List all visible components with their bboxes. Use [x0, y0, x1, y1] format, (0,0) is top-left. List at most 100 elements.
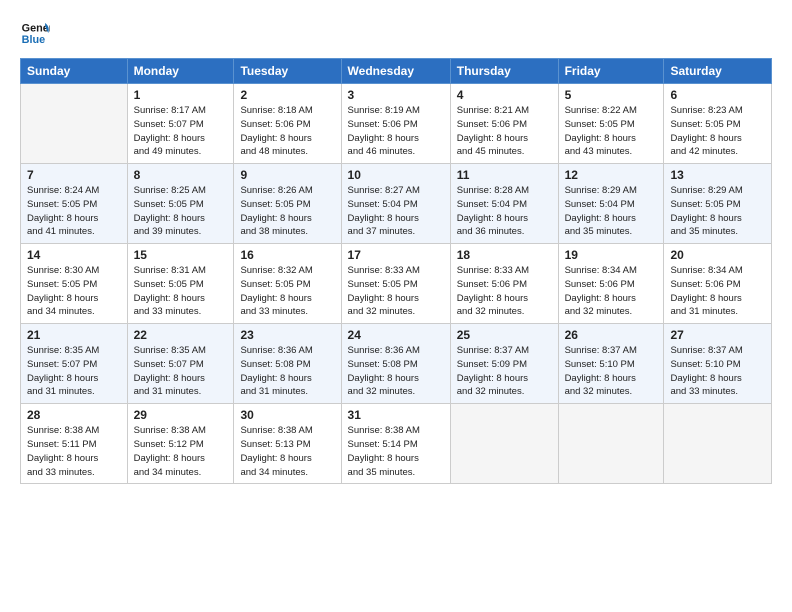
day-detail: Sunrise: 8:34 AM Sunset: 5:06 PM Dayligh…: [565, 264, 658, 319]
day-detail: Sunrise: 8:37 AM Sunset: 5:10 PM Dayligh…: [670, 344, 765, 399]
day-cell: 10 Sunrise: 8:27 AM Sunset: 5:04 PM Dayli…: [341, 164, 450, 244]
day-cell: [450, 404, 558, 484]
day-detail: Sunrise: 8:23 AM Sunset: 5:05 PM Dayligh…: [670, 104, 765, 159]
day-detail: Sunrise: 8:30 AM Sunset: 5:05 PM Dayligh…: [27, 264, 121, 319]
day-detail: Sunrise: 8:27 AM Sunset: 5:04 PM Dayligh…: [348, 184, 444, 239]
day-number: 9: [240, 168, 334, 182]
day-cell: 6 Sunrise: 8:23 AM Sunset: 5:05 PM Daylig…: [664, 84, 772, 164]
day-detail: Sunrise: 8:24 AM Sunset: 5:05 PM Dayligh…: [27, 184, 121, 239]
day-number: 15: [134, 248, 228, 262]
day-number: 31: [348, 408, 444, 422]
day-detail: Sunrise: 8:22 AM Sunset: 5:05 PM Dayligh…: [565, 104, 658, 159]
day-number: 18: [457, 248, 552, 262]
day-detail: Sunrise: 8:36 AM Sunset: 5:08 PM Dayligh…: [348, 344, 444, 399]
day-cell: 24 Sunrise: 8:36 AM Sunset: 5:08 PM Dayli…: [341, 324, 450, 404]
day-number: 25: [457, 328, 552, 342]
week-row-2: 7 Sunrise: 8:24 AM Sunset: 5:05 PM Daylig…: [21, 164, 772, 244]
day-number: 5: [565, 88, 658, 102]
day-cell: 18 Sunrise: 8:33 AM Sunset: 5:06 PM Dayli…: [450, 244, 558, 324]
day-number: 10: [348, 168, 444, 182]
col-header-thursday: Thursday: [450, 59, 558, 84]
day-detail: Sunrise: 8:18 AM Sunset: 5:06 PM Dayligh…: [240, 104, 334, 159]
day-number: 16: [240, 248, 334, 262]
svg-text:Blue: Blue: [22, 34, 45, 46]
day-detail: Sunrise: 8:26 AM Sunset: 5:05 PM Dayligh…: [240, 184, 334, 239]
day-number: 23: [240, 328, 334, 342]
day-cell: [558, 404, 664, 484]
day-cell: 9 Sunrise: 8:26 AM Sunset: 5:05 PM Daylig…: [234, 164, 341, 244]
day-number: 6: [670, 88, 765, 102]
day-cell: 20 Sunrise: 8:34 AM Sunset: 5:06 PM Dayli…: [664, 244, 772, 324]
week-row-1: 1Sunrise: 8:17 AM Sunset: 5:07 PM Daylig…: [21, 84, 772, 164]
day-cell: 3 Sunrise: 8:19 AM Sunset: 5:06 PM Daylig…: [341, 84, 450, 164]
day-number: 19: [565, 248, 658, 262]
day-number: 30: [240, 408, 334, 422]
day-number: 2: [240, 88, 334, 102]
col-header-saturday: Saturday: [664, 59, 772, 84]
day-cell: 14 Sunrise: 8:30 AM Sunset: 5:05 PM Dayli…: [21, 244, 128, 324]
day-number: 17: [348, 248, 444, 262]
day-detail: Sunrise: 8:35 AM Sunset: 5:07 PM Dayligh…: [27, 344, 121, 399]
day-cell: [664, 404, 772, 484]
day-detail: Sunrise: 8:29 AM Sunset: 5:05 PM Dayligh…: [670, 184, 765, 239]
day-cell: 27 Sunrise: 8:37 AM Sunset: 5:10 PM Dayli…: [664, 324, 772, 404]
day-number: 20: [670, 248, 765, 262]
day-cell: 13Sunrise: 8:29 AM Sunset: 5:05 PM Dayli…: [664, 164, 772, 244]
day-cell: 8Sunrise: 8:25 AM Sunset: 5:05 PM Daylig…: [127, 164, 234, 244]
day-detail: Sunrise: 8:19 AM Sunset: 5:06 PM Dayligh…: [348, 104, 444, 159]
col-header-tuesday: Tuesday: [234, 59, 341, 84]
day-cell: 16 Sunrise: 8:32 AM Sunset: 5:05 PM Dayli…: [234, 244, 341, 324]
week-row-4: 21Sunrise: 8:35 AM Sunset: 5:07 PM Dayli…: [21, 324, 772, 404]
day-number: 24: [348, 328, 444, 342]
day-detail: Sunrise: 8:38 AM Sunset: 5:11 PM Dayligh…: [27, 424, 121, 479]
day-detail: Sunrise: 8:33 AM Sunset: 5:05 PM Dayligh…: [348, 264, 444, 319]
day-detail: Sunrise: 8:34 AM Sunset: 5:06 PM Dayligh…: [670, 264, 765, 319]
col-header-monday: Monday: [127, 59, 234, 84]
day-detail: Sunrise: 8:28 AM Sunset: 5:04 PM Dayligh…: [457, 184, 552, 239]
day-cell: 5 Sunrise: 8:22 AM Sunset: 5:05 PM Daylig…: [558, 84, 664, 164]
day-detail: Sunrise: 8:32 AM Sunset: 5:05 PM Dayligh…: [240, 264, 334, 319]
day-number: 29: [134, 408, 228, 422]
day-detail: Sunrise: 8:21 AM Sunset: 5:06 PM Dayligh…: [457, 104, 552, 159]
day-cell: 21Sunrise: 8:35 AM Sunset: 5:07 PM Dayli…: [21, 324, 128, 404]
day-cell: 28 Sunrise: 8:38 AM Sunset: 5:11 PM Dayli…: [21, 404, 128, 484]
day-number: 26: [565, 328, 658, 342]
day-cell: 25 Sunrise: 8:37 AM Sunset: 5:09 PM Dayli…: [450, 324, 558, 404]
day-cell: 17 Sunrise: 8:33 AM Sunset: 5:05 PM Dayli…: [341, 244, 450, 324]
day-cell: 2 Sunrise: 8:18 AM Sunset: 5:06 PM Daylig…: [234, 84, 341, 164]
day-cell: 29 Sunrise: 8:38 AM Sunset: 5:12 PM Dayli…: [127, 404, 234, 484]
day-cell: 31Sunrise: 8:38 AM Sunset: 5:14 PM Dayli…: [341, 404, 450, 484]
day-number: 7: [27, 168, 121, 182]
day-number: 14: [27, 248, 121, 262]
day-number: 11: [457, 168, 552, 182]
day-number: 12: [565, 168, 658, 182]
day-detail: Sunrise: 8:33 AM Sunset: 5:06 PM Dayligh…: [457, 264, 552, 319]
day-detail: Sunrise: 8:17 AM Sunset: 5:07 PM Dayligh…: [134, 104, 228, 159]
day-cell: 30Sunrise: 8:38 AM Sunset: 5:13 PM Dayli…: [234, 404, 341, 484]
day-detail: Sunrise: 8:36 AM Sunset: 5:08 PM Dayligh…: [240, 344, 334, 399]
day-cell: 19 Sunrise: 8:34 AM Sunset: 5:06 PM Dayli…: [558, 244, 664, 324]
day-detail: Sunrise: 8:37 AM Sunset: 5:09 PM Dayligh…: [457, 344, 552, 399]
week-row-5: 28 Sunrise: 8:38 AM Sunset: 5:11 PM Dayli…: [21, 404, 772, 484]
day-cell: [21, 84, 128, 164]
week-row-3: 14 Sunrise: 8:30 AM Sunset: 5:05 PM Dayli…: [21, 244, 772, 324]
day-detail: Sunrise: 8:31 AM Sunset: 5:05 PM Dayligh…: [134, 264, 228, 319]
header: General Blue: [20, 18, 772, 48]
calendar-table: SundayMondayTuesdayWednesdayThursdayFrid…: [20, 58, 772, 484]
header-row: SundayMondayTuesdayWednesdayThursdayFrid…: [21, 59, 772, 84]
page: General Blue SundayMondayTuesdayWednesda…: [0, 0, 792, 612]
logo-icon: General Blue: [20, 18, 50, 48]
day-detail: Sunrise: 8:38 AM Sunset: 5:12 PM Dayligh…: [134, 424, 228, 479]
day-cell: 4 Sunrise: 8:21 AM Sunset: 5:06 PM Daylig…: [450, 84, 558, 164]
day-number: 4: [457, 88, 552, 102]
day-detail: Sunrise: 8:37 AM Sunset: 5:10 PM Dayligh…: [565, 344, 658, 399]
day-number: 3: [348, 88, 444, 102]
col-header-friday: Friday: [558, 59, 664, 84]
day-cell: 23 Sunrise: 8:36 AM Sunset: 5:08 PM Dayli…: [234, 324, 341, 404]
day-detail: Sunrise: 8:25 AM Sunset: 5:05 PM Dayligh…: [134, 184, 228, 239]
day-cell: 12Sunrise: 8:29 AM Sunset: 5:04 PM Dayli…: [558, 164, 664, 244]
day-number: 22: [134, 328, 228, 342]
day-number: 28: [27, 408, 121, 422]
day-detail: Sunrise: 8:35 AM Sunset: 5:07 PM Dayligh…: [134, 344, 228, 399]
day-number: 27: [670, 328, 765, 342]
